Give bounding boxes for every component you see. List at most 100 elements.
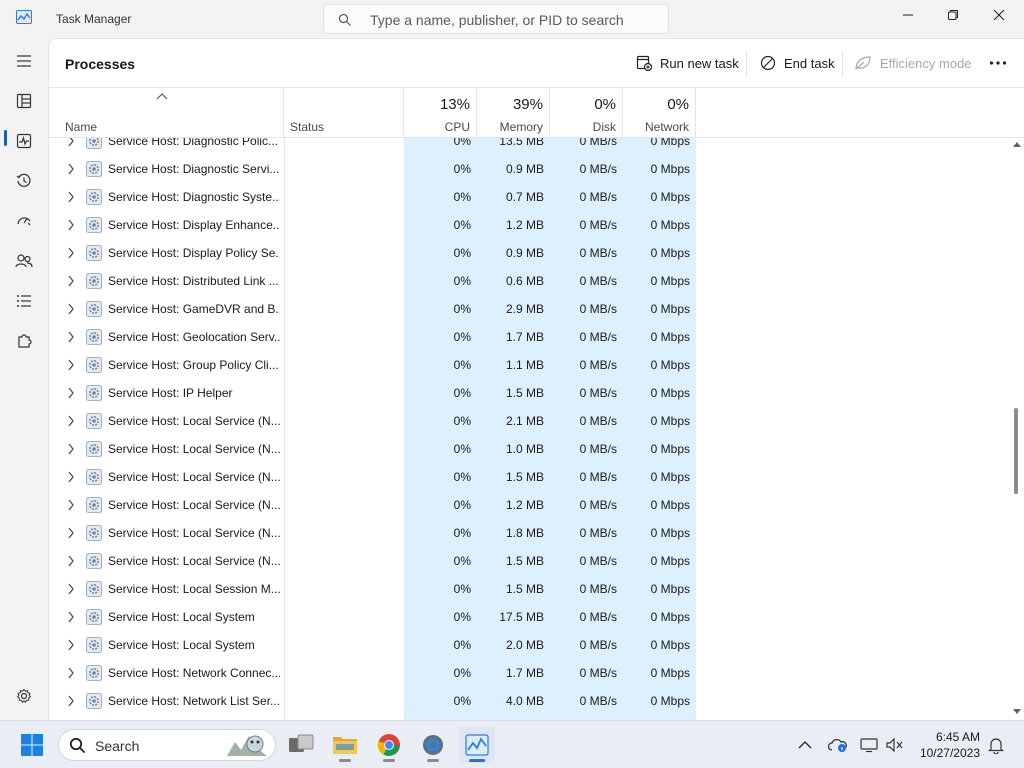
chevron-right-icon[interactable] [67,583,75,595]
taskbar-search-box[interactable]: Search [58,729,276,761]
process-rows: Service Host: Diagnostic Polic... 0% 13.5 … [49,138,1015,715]
table-row[interactable]: Service Host: Group Policy Cli... 0% 1.1 M… [49,351,1015,379]
nav-performance[interactable] [0,123,48,159]
process-search-box[interactable]: Type a name, publisher, or PID to search [323,4,669,34]
table-row[interactable]: Service Host: Display Policy Se... 0% 0.9 … [49,239,1015,267]
chevron-right-icon[interactable] [67,219,75,231]
task-manager-app-icon [16,10,32,24]
chevron-right-icon[interactable] [67,667,75,679]
file-explorer-button[interactable] [327,727,363,763]
processes-icon [16,93,32,109]
taskbar-clock[interactable]: 6:45 AM 10/27/2023 [916,729,980,761]
memory-value: 1.5 MB [477,547,550,575]
scroll-down-arrow-icon[interactable] [1012,708,1022,716]
table-row[interactable]: Service Host: Diagnostic Servi... 0% 0.9 M… [49,155,1015,183]
chevron-right-icon[interactable] [67,695,75,707]
task-view-button[interactable] [283,727,319,763]
end-task-label: End task [784,55,835,71]
running-indicator [383,759,395,762]
table-row[interactable]: Service Host: Display Enhance... 0% 1.2 MB… [49,211,1015,239]
search-highlight-illustration-icon [227,735,267,756]
end-task-button[interactable]: End task [760,52,835,74]
startup-speedometer-icon [17,217,31,226]
chrome-button[interactable] [371,727,407,763]
chevron-right-icon[interactable] [67,499,75,511]
start-button[interactable] [14,727,50,763]
column-header-network[interactable]: 0% Network [623,88,696,138]
network-tray-button[interactable] [859,735,879,755]
chevron-right-icon[interactable] [67,639,75,651]
efficiency-mode-button[interactable]: Efficiency mode [854,52,972,74]
table-row[interactable]: Service Host: Local Service (N... 0% 2.1 M… [49,407,1015,435]
chevron-right-icon[interactable] [67,555,75,567]
chevron-right-icon[interactable] [67,415,75,427]
chevron-right-icon[interactable] [67,359,75,371]
table-row[interactable]: Service Host: Diagnostic Polic... 0% 13.5 … [49,138,1015,155]
nav-settings[interactable] [0,678,48,714]
table-row[interactable]: Service Host: Local Service (N... 0% 1.0 M… [49,435,1015,463]
table-row[interactable]: Service Host: Diagnostic Syste... 0% 0.7 M… [49,183,1015,211]
volume-tray-button[interactable] [885,735,905,755]
table-row[interactable]: Service Host: IP Helper 0% 1.5 MB 0 MB/s 0 M… [49,379,1015,407]
maximize-button[interactable] [930,0,976,30]
task-manager-taskbar-button[interactable] [459,727,495,763]
vertical-scrollbar[interactable] [1012,140,1022,718]
chevron-right-icon[interactable] [67,611,75,623]
chevron-right-icon[interactable] [67,163,75,175]
scroll-up-arrow-icon[interactable] [1012,140,1022,148]
nav-details[interactable] [0,283,48,319]
disk-value: 0 MB/s [550,407,623,435]
network-value: 0 Mbps [623,491,696,519]
table-row[interactable]: Service Host: Local Session M... 0% 1.5 MB… [49,575,1015,603]
chevron-right-icon[interactable] [67,191,75,203]
chevron-right-icon[interactable] [67,471,75,483]
table-row[interactable]: Service Host: Local Service (N... 0% 1.5 M… [49,463,1015,491]
nav-services[interactable] [0,323,48,359]
chevron-right-icon[interactable] [67,443,75,455]
table-row[interactable]: Service Host: GameDVR and B... 0% 2.9 MB 0 … [49,295,1015,323]
chevron-right-icon[interactable] [67,331,75,343]
column-header-disk[interactable]: 0% Disk [550,88,623,138]
column-header-name[interactable]: Name [49,88,284,138]
scrollbar-thumb[interactable] [1014,408,1018,494]
table-row[interactable]: Service Host: Network Connec... 0% 1.7 MB 0… [49,659,1015,687]
chevron-right-icon[interactable] [67,527,75,539]
onedrive-tray-button[interactable] [828,735,848,755]
chevron-right-icon[interactable] [67,387,75,399]
more-options-button[interactable] [989,52,1007,74]
window-title: Task Manager [56,12,132,26]
chevron-right-icon[interactable] [67,303,75,315]
run-new-task-button[interactable]: Run new task [636,52,739,74]
process-name: Service Host: Local Service (N... [108,442,280,456]
nav-users[interactable] [0,243,48,279]
table-row[interactable]: Service Host: Local Service (N... 0% 1.2 M… [49,491,1015,519]
nav-startup-apps[interactable] [0,203,48,239]
memory-value: 1.7 MB [477,323,550,351]
network-value: 0 Mbps [623,211,696,239]
notifications-button[interactable] [986,735,1006,755]
chevron-right-icon[interactable] [67,275,75,287]
show-hidden-icons-button[interactable] [795,735,815,755]
table-row[interactable]: Service Host: Distributed Link ... 0% 0.6 … [49,267,1015,295]
column-header-status[interactable]: Status [284,88,404,138]
process-name: Service Host: Geolocation Serv... [108,330,280,344]
memory-value: 2.0 MB [477,631,550,659]
table-row[interactable]: Service Host: Local System 0% 2.0 MB 0 MB/s… [49,631,1015,659]
table-row[interactable]: Service Host: Network List Ser... 0% 4.0 M… [49,687,1015,715]
settings-app-button[interactable] [415,727,451,763]
table-row[interactable]: Service Host: Geolocation Serv... 0% 1.7 M… [49,323,1015,351]
hamburger-menu-button[interactable] [0,43,48,79]
table-row[interactable]: Service Host: Local Service (N... 0% 1.8 M… [49,519,1015,547]
table-row[interactable]: Service Host: Local System 0% 17.5 MB 0 MB/… [49,603,1015,631]
close-button[interactable] [976,0,1022,30]
column-header-memory[interactable]: 39% Memory [477,88,550,138]
minimize-button[interactable] [885,0,931,30]
process-name: Service Host: Local System [108,638,255,652]
column-header-cpu[interactable]: 13% CPU [404,88,477,138]
nav-app-history[interactable] [0,163,48,199]
chevron-right-icon[interactable] [67,138,75,147]
disk-value: 0 MB/s [550,267,623,295]
nav-processes[interactable] [0,83,48,119]
table-row[interactable]: Service Host: Local Service (N... 0% 1.5 M… [49,547,1015,575]
chevron-right-icon[interactable] [67,247,75,259]
